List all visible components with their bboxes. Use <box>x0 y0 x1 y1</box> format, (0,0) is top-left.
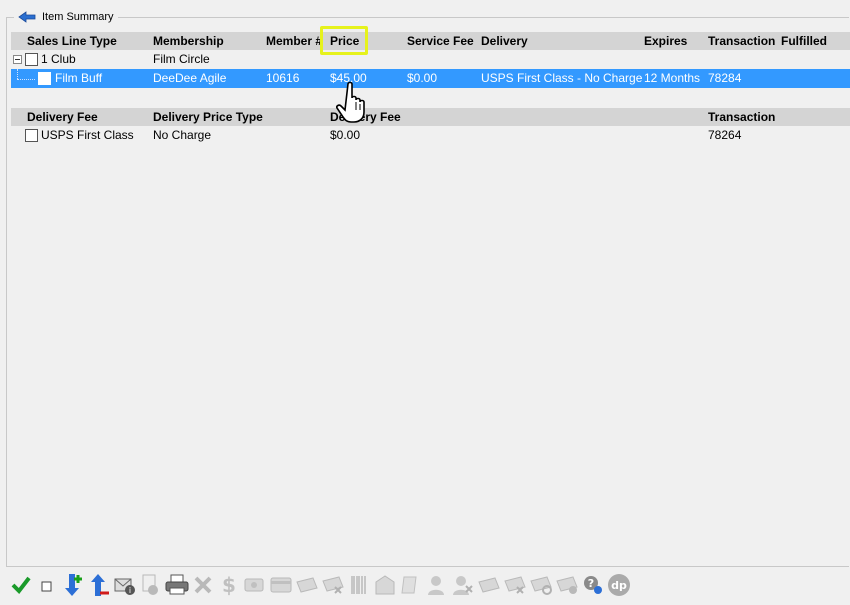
print-icon[interactable] <box>164 572 190 598</box>
item-type: Film Buff <box>55 71 103 85</box>
back-arrow-icon[interactable] <box>16 9 38 25</box>
col-member-number[interactable]: Member # <box>266 32 322 50</box>
ticket-icon[interactable] <box>294 572 320 598</box>
payment-icon[interactable] <box>242 572 268 598</box>
col-transaction[interactable]: Transaction <box>708 32 775 50</box>
move-up-icon[interactable] <box>86 572 112 598</box>
envelope-icon[interactable] <box>372 572 398 598</box>
dollar-icon[interactable]: $ <box>216 572 242 598</box>
tree-line <box>17 79 35 80</box>
delivery-row[interactable]: USPS First Class No Charge $0.00 78264 <box>11 126 850 145</box>
col-service-fee[interactable]: Service Fee <box>407 32 474 50</box>
delivery-fee-name: USPS First Class <box>41 128 134 142</box>
scroll-icon[interactable] <box>398 572 424 598</box>
group-title: Item Summary <box>14 8 118 26</box>
email-info-icon[interactable]: i <box>112 572 138 598</box>
group-membership: Film Circle <box>153 52 210 66</box>
user-icon[interactable] <box>424 572 450 598</box>
grid-header: Sales Line Type Membership Member # Pric… <box>11 32 850 50</box>
card-icon[interactable] <box>268 572 294 598</box>
row-checkbox[interactable] <box>25 129 38 142</box>
ticket-cancel-icon[interactable] <box>320 572 346 598</box>
col-membership[interactable]: Membership <box>153 32 224 50</box>
item-membership: DeeDee Agile <box>153 71 227 85</box>
barcode-icon[interactable] <box>346 572 372 598</box>
svg-text:$: $ <box>222 574 236 596</box>
bottom-toolbar: i $ ? dp <box>8 570 632 600</box>
item-transaction: 78284 <box>708 71 742 85</box>
delivery-transaction: 78264 <box>708 128 742 142</box>
svg-text:?: ? <box>588 577 594 590</box>
item-service-fee: $0.00 <box>407 71 438 85</box>
ticket-cancel2-icon[interactable] <box>502 572 528 598</box>
col-sales-line-type[interactable]: Sales Line Type <box>27 32 117 50</box>
tree-line <box>17 69 19 79</box>
item-delivery: USPS First Class - No Charge <box>481 71 643 85</box>
row-checkbox[interactable] <box>38 72 51 85</box>
col-delivery-fee[interactable]: Delivery Fee <box>27 108 98 126</box>
item-summary-groupbox <box>6 17 849 567</box>
group-type: 1 Club <box>41 52 76 66</box>
col-delivery-price-type[interactable]: Delivery Price Type <box>153 108 263 126</box>
delete-icon[interactable] <box>190 572 216 598</box>
col-expires[interactable]: Expires <box>644 32 687 50</box>
price-column-highlight <box>320 26 368 55</box>
checkmark-icon[interactable] <box>8 572 34 598</box>
row-checkbox[interactable] <box>25 53 38 66</box>
table-row-selected[interactable]: Film Buff DeeDee Agile 10616 $45.00 $0.0… <box>11 69 850 88</box>
svg-text:dp: dp <box>611 579 627 592</box>
table-row-group[interactable]: 1 Club Film Circle <box>11 50 850 69</box>
item-member-number: 10616 <box>266 71 300 85</box>
ticket-arrow-icon[interactable] <box>476 572 502 598</box>
help-icon[interactable]: ? <box>580 572 606 598</box>
col-delivery-transaction[interactable]: Transaction <box>708 108 775 126</box>
delivery-fee-amount: $0.00 <box>330 128 361 142</box>
ticket-info-icon[interactable] <box>554 572 580 598</box>
user-cancel-icon[interactable] <box>450 572 476 598</box>
move-down-icon[interactable] <box>60 572 86 598</box>
ticket-refresh-icon[interactable] <box>528 572 554 598</box>
svg-text:i: i <box>129 586 131 595</box>
collapse-icon[interactable] <box>13 55 22 64</box>
delivery-price-type: No Charge <box>153 128 212 142</box>
item-expires: 12 Months <box>644 71 701 85</box>
dp-icon[interactable]: dp <box>606 572 632 598</box>
document-info-icon[interactable] <box>138 572 164 598</box>
hand-cursor-icon <box>336 81 365 123</box>
checkbox-icon[interactable] <box>34 572 60 598</box>
window-title: Item Summary <box>42 11 114 23</box>
delivery-grid-header: Delivery Fee Delivery Price Type Deliver… <box>11 108 850 126</box>
col-delivery[interactable]: Delivery <box>481 32 528 50</box>
col-fulfilled[interactable]: Fulfilled <box>781 32 827 50</box>
